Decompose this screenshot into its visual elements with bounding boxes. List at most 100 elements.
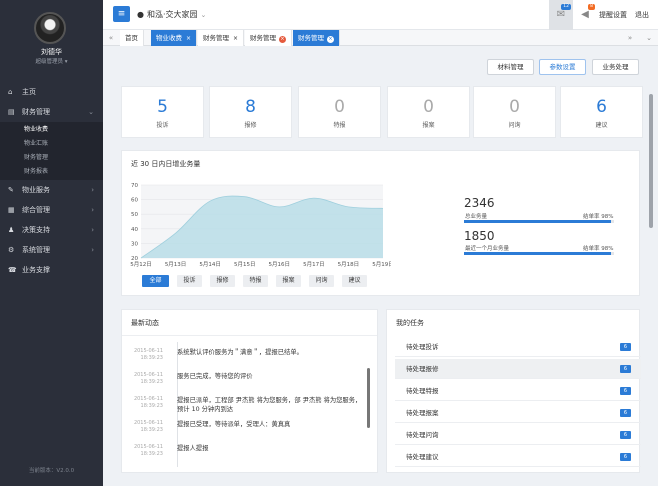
filter-button[interactable]: 问询	[309, 275, 334, 287]
sidebar-item-label: 综合管理	[22, 206, 50, 214]
filter-button[interactable]: 投诉	[177, 275, 202, 287]
filter-button[interactable]: 全部	[142, 275, 169, 287]
page-scrollbar[interactable]	[649, 94, 653, 228]
total-close-rate: 结单率 98%	[583, 214, 614, 220]
stat-card[interactable]: 0 问询	[473, 86, 556, 138]
news-text: 系统默认评价服务为＂满意＂，提报已结单。	[177, 349, 303, 356]
sidebar-item-system[interactable]: ⚙ 系统管理 ›	[0, 240, 103, 260]
month-volume-value: 1850	[464, 229, 495, 243]
progress-fill	[464, 220, 611, 223]
messages-button[interactable]: ✉ 12	[549, 0, 573, 30]
month-volume-label: 最近一个月业务量	[465, 246, 510, 252]
task-row[interactable]: 待处理问询 6	[395, 425, 641, 445]
news-text: 服务已完成，等待您的评价	[177, 373, 253, 380]
task-count-badge: 6	[620, 409, 631, 417]
stat-card[interactable]: 8 报修	[209, 86, 292, 138]
finance-submenu: 物业收费 物业汇账 财务管理 财务报表	[0, 122, 103, 180]
avatar[interactable]	[34, 12, 66, 44]
task-row[interactable]: 待处理特报 6	[395, 381, 641, 401]
submenu-item[interactable]: 物业收费	[0, 123, 103, 137]
support-icon: ☎	[8, 266, 17, 274]
x-tick-label: 5月17日	[303, 261, 325, 268]
user-role-dropdown[interactable]: 超级管理员 ▾	[0, 57, 103, 65]
sidebar-item-general[interactable]: ▦ 综合管理 ›	[0, 200, 103, 220]
close-icon[interactable]: ×	[327, 36, 334, 43]
chevron-right-icon: ›	[91, 186, 94, 194]
stat-card[interactable]: 6 建议	[560, 86, 643, 138]
task-row[interactable]: 待处理投诉 6	[395, 337, 641, 357]
news-text: 提报已受理，等待派单，受理人：黄真真	[177, 421, 291, 428]
task-count-badge: 6	[620, 453, 631, 461]
filter-button[interactable]: 报修	[210, 275, 235, 287]
close-icon[interactable]: ×	[233, 35, 238, 42]
stat-label: 报案	[422, 122, 435, 129]
news-text: 提报已派单，工程部 尹杰熊 将为您服务，部 尹杰熊 将为您服务，预计 10 分钟…	[177, 397, 362, 413]
gear-icon: ⚙	[8, 246, 15, 254]
submenu-item[interactable]: 物业汇账	[0, 137, 103, 151]
app: 刘德华 超级管理员 ▾ ⌂ 主页 ▤ 财务管理 ⌄ 物业收费 物业汇账 财务管理…	[0, 0, 658, 486]
submenu-item[interactable]: 财务报表	[0, 165, 103, 179]
stat-label: 特报	[333, 122, 346, 129]
x-tick-label: 5月19日	[372, 261, 391, 268]
version-label: 当前版本：V2.0.0	[28, 468, 75, 474]
close-icon[interactable]: ×	[279, 36, 286, 43]
chevron-down-icon: ⌄	[200, 11, 207, 19]
params-button[interactable]: 参数设置	[539, 59, 586, 75]
grid-icon: ▦	[8, 206, 15, 214]
sidebar-item-label: 系统管理	[22, 246, 50, 254]
stat-value: 0	[509, 97, 520, 117]
location-selector[interactable]: ● 和泓·交大家园 ⌄	[137, 9, 206, 20]
sidebar-item-home[interactable]: ⌂ 主页	[0, 82, 103, 102]
stat-value: 0	[334, 97, 345, 117]
stat-card[interactable]: 0 特报	[298, 86, 381, 138]
total-volume-value: 2346	[464, 196, 495, 210]
wrench-icon: ✎	[8, 186, 14, 194]
news-timestamp: 2015-06-11 18:39:23	[133, 372, 163, 385]
stat-label: 投诉	[156, 122, 169, 129]
stat-card[interactable]: 0 报案	[387, 86, 470, 138]
task-count-badge: 6	[620, 343, 631, 351]
tab-home[interactable]: 首页	[120, 30, 144, 46]
filter-button[interactable]: 特报	[243, 275, 268, 287]
trend-chart: 2030405060705月12日 5月13日 5月14日 5月15日 5月16日 5月1…	[130, 183, 391, 268]
menu-toggle-button[interactable]: ≡	[113, 6, 130, 22]
tab-menu-button[interactable]: ⌄	[641, 30, 657, 46]
panel-title: 最新动态	[122, 310, 377, 336]
task-row[interactable]: 待处理报案 6	[395, 403, 641, 423]
y-tick-label: 60	[131, 198, 138, 204]
task-row[interactable]: 待处理建议 6	[395, 447, 641, 467]
home-icon: ⌂	[8, 88, 13, 96]
tab-property-fee[interactable]: 物业收费 ×	[151, 30, 198, 46]
stat-label: 建议	[595, 122, 608, 129]
sidebar-item-decision[interactable]: ♟ 决策支持 ›	[0, 220, 103, 240]
sidebar-item-property-service[interactable]: ✎ 物业服务 ›	[0, 180, 103, 200]
filter-button[interactable]: 建议	[342, 275, 367, 287]
tab-scroll-right-button[interactable]: »	[622, 30, 638, 46]
materials-button[interactable]: 材料管理	[487, 59, 534, 75]
x-tick-label: 5月14日	[199, 261, 221, 268]
y-tick-label: 40	[131, 227, 138, 233]
close-icon[interactable]: ×	[186, 35, 191, 42]
task-row[interactable]: 待处理报修 6	[395, 359, 641, 379]
people-icon: ♟	[8, 226, 15, 234]
filter-button[interactable]: 报案	[276, 275, 301, 287]
sidebar-item-business[interactable]: ☎ 业务支撑	[0, 260, 103, 280]
tab-scroll-left-button[interactable]: «	[103, 30, 119, 46]
stat-card[interactable]: 5 投诉	[121, 86, 204, 138]
notifications-count-badge: 8	[588, 4, 595, 10]
location-pin-icon: ●	[137, 10, 144, 19]
sidebar-item-label: 财务管理	[22, 108, 50, 116]
month-close-rate-bar	[464, 252, 614, 255]
sidebar-item-finance[interactable]: ▤ 财务管理 ⌄	[0, 102, 103, 122]
tab-finance-1[interactable]: 财务管理 ×	[198, 30, 245, 46]
notifications-button[interactable]: ◀ 8	[573, 0, 597, 30]
tab-finance-2[interactable]: 财务管理 ×	[245, 30, 292, 46]
sidebar-nav: ⌂ 主页 ▤ 财务管理 ⌄ 物业收费 物业汇账 财务管理 财务报表 ✎ 物业服务…	[0, 82, 103, 280]
tab-finance-3[interactable]: 财务管理 ×	[293, 30, 340, 46]
submenu-item[interactable]: 财务管理	[0, 151, 103, 165]
logout-link[interactable]: 退出	[635, 10, 649, 20]
sidebar-item-label: 业务支撑	[22, 266, 50, 274]
speaker-icon: ◀	[581, 9, 589, 20]
remind-settings-link[interactable]: 提醒设置	[599, 10, 627, 20]
business-button[interactable]: 业务处理	[592, 59, 639, 75]
